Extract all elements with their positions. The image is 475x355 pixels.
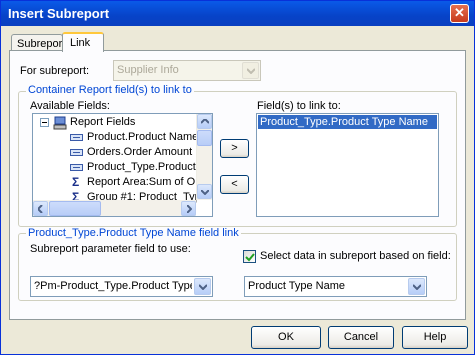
horizontal-scroll-thumb[interactable] bbox=[49, 201, 101, 216]
collapse-icon bbox=[40, 118, 49, 127]
scroll-down-button[interactable] bbox=[197, 184, 212, 199]
chevron-down-icon bbox=[242, 62, 259, 79]
chevron-left-icon bbox=[38, 205, 43, 213]
subreport-field-select-value: Product Type Name bbox=[248, 280, 346, 292]
close-button[interactable]: ✕ bbox=[450, 4, 469, 23]
field-icon bbox=[70, 134, 83, 141]
help-button[interactable]: Help bbox=[402, 326, 468, 349]
chevron-up-icon bbox=[201, 119, 209, 124]
chevron-down-icon bbox=[201, 190, 209, 195]
container-fields-group-title: Container Report field(s) to link to bbox=[26, 84, 194, 96]
tree-row-label: Report Fields bbox=[70, 116, 136, 128]
checkmark-icon bbox=[245, 253, 255, 262]
available-fields-label: Available Fields: bbox=[30, 100, 110, 112]
tree-horizontal-scrollbar[interactable] bbox=[33, 200, 196, 216]
chevron-down-icon bbox=[194, 278, 211, 295]
scroll-right-button[interactable] bbox=[181, 201, 196, 216]
field-icon bbox=[70, 149, 83, 156]
link-tab-panel: For subreport: Supplier Info Container R… bbox=[9, 50, 466, 320]
tree-row-label: Product.Product Name bbox=[87, 131, 199, 143]
param-field-select[interactable]: ?Pm-Product_Type.Product Type Na bbox=[30, 276, 213, 297]
linked-field-item[interactable]: Product_Type.Product Type Name bbox=[258, 115, 437, 129]
add-field-button[interactable]: > bbox=[220, 139, 249, 158]
tab-link-label: Link bbox=[70, 37, 91, 49]
ok-button[interactable]: OK bbox=[251, 326, 321, 349]
window-title: Insert Subreport bbox=[8, 6, 110, 21]
field-icon bbox=[70, 164, 83, 171]
linked-fields-label: Field(s) to link to: bbox=[257, 100, 341, 112]
tab-subreport-label: Subreport bbox=[17, 38, 66, 50]
tree-row-label: Report Area:Sum of Orde bbox=[87, 176, 212, 188]
scroll-left-button[interactable] bbox=[33, 201, 48, 216]
tab-link[interactable]: Link bbox=[62, 32, 104, 52]
select-data-label: Select data in subreport based on field: bbox=[260, 250, 451, 262]
insert-subreport-dialog: Insert Subreport ✕ Subreport Link For su… bbox=[0, 0, 475, 355]
param-field-label: Subreport parameter field to use: bbox=[30, 243, 191, 255]
title-bar: Insert Subreport ✕ bbox=[1, 1, 474, 26]
tree-row-label: Orders.Order Amount bbox=[87, 146, 193, 158]
database-icon bbox=[53, 116, 67, 130]
for-subreport-label: For subreport: bbox=[20, 65, 90, 77]
tree-vertical-scrollbar[interactable] bbox=[196, 114, 212, 200]
tree-row-label: Product_Type.Product Ty bbox=[87, 161, 211, 173]
close-icon: ✕ bbox=[454, 5, 465, 20]
param-field-select-value: ?Pm-Product_Type.Product Type Na bbox=[34, 280, 192, 292]
scroll-up-button[interactable] bbox=[197, 114, 212, 129]
linked-fields-list[interactable]: Product_Type.Product Type Name bbox=[256, 113, 439, 217]
available-fields-tree[interactable]: Report Fields Product.Product Name Order… bbox=[32, 113, 213, 217]
cancel-button[interactable]: Cancel bbox=[328, 326, 394, 349]
sigma-icon: Σ bbox=[72, 175, 80, 189]
subreport-select[interactable]: Supplier Info bbox=[113, 60, 261, 81]
remove-field-button[interactable]: < bbox=[220, 175, 249, 194]
chevron-right-icon bbox=[187, 205, 192, 213]
subreport-field-select[interactable]: Product Type Name bbox=[244, 276, 427, 297]
field-link-group-title: Product_Type.Product Type Name field lin… bbox=[26, 227, 241, 239]
vertical-scroll-thumb[interactable] bbox=[197, 130, 212, 146]
select-data-checkbox[interactable] bbox=[243, 250, 256, 263]
chevron-down-icon bbox=[408, 278, 425, 295]
subreport-select-value: Supplier Info bbox=[117, 64, 179, 76]
